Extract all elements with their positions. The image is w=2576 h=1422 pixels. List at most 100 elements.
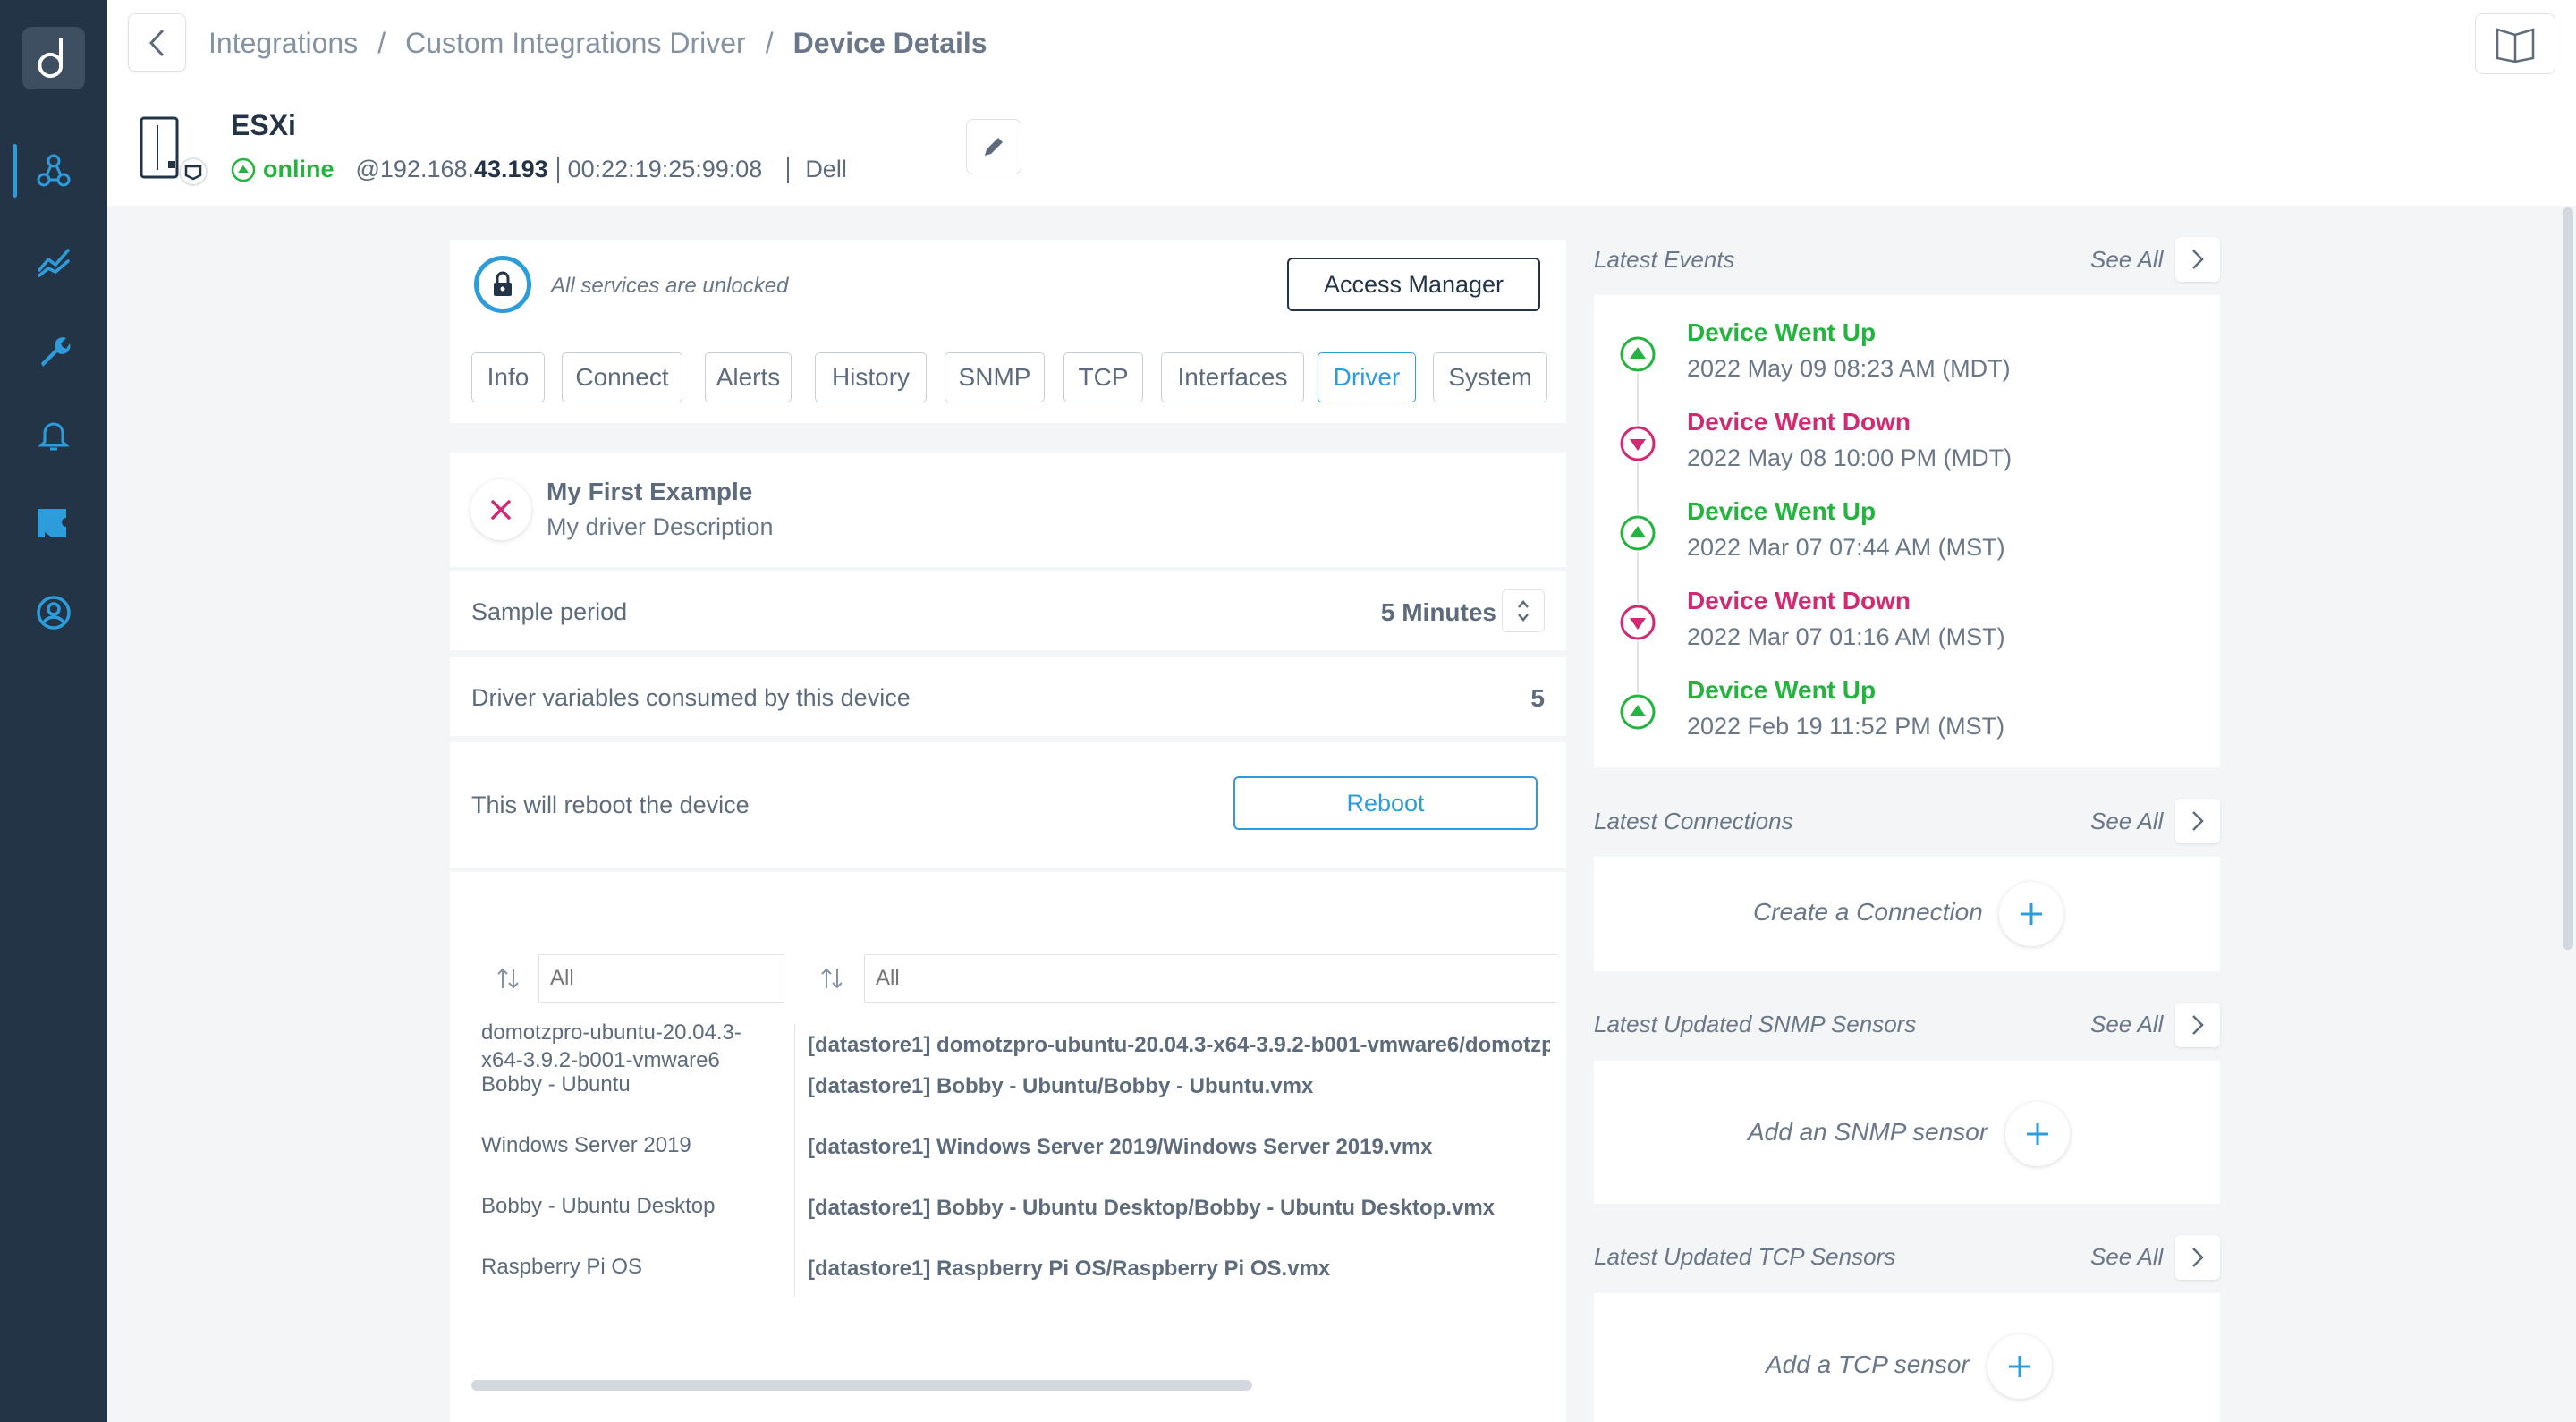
- connections-next-button[interactable]: [2175, 799, 2220, 843]
- docs-button[interactable]: [2475, 13, 2555, 74]
- connections-see-all[interactable]: See All: [2090, 808, 2163, 835]
- table-cell-path: [datastore1] domotzpro-ubuntu-20.04.3-x6…: [808, 1033, 1550, 1057]
- tab-snmp[interactable]: SNMP: [945, 352, 1045, 402]
- events-see-all[interactable]: See All: [2090, 246, 2163, 274]
- sidebar: [0, 0, 107, 1422]
- table-cell-path: [datastore1] Windows Server 2019/Windows…: [808, 1135, 1433, 1159]
- network-icon: [37, 154, 71, 187]
- device-name: ESXi: [231, 109, 296, 141]
- tab-driver[interactable]: Driver: [1318, 352, 1416, 402]
- lock-status-text: All services are unlocked: [551, 274, 789, 298]
- name-filter-input[interactable]: [538, 954, 784, 1003]
- event-title[interactable]: Device Went Up: [1687, 497, 1876, 526]
- event-date: 2022 May 08 10:00 PM (MDT): [1687, 444, 2012, 471]
- edit-device-button[interactable]: [966, 119, 1021, 174]
- breadcrumb: Integrations / Custom Integrations Driver /…: [208, 27, 987, 60]
- device-meta: online @192.168. 43.193 00:22:19:25:99:08…: [231, 156, 847, 183]
- sidebar-item-integrations[interactable]: [0, 487, 107, 559]
- events-title: Latest Events: [1594, 246, 1735, 273]
- connections-card: Create a Connection: [1594, 857, 2220, 971]
- horizontal-scrollbar[interactable]: [471, 1380, 1252, 1391]
- breadcrumb-integrations[interactable]: Integrations: [208, 27, 358, 59]
- event-title[interactable]: Device Went Down: [1687, 587, 1911, 615]
- sidebar-item-account[interactable]: [0, 577, 107, 648]
- event-date: 2022 Mar 07 07:44 AM (MST): [1687, 534, 2005, 561]
- tab-interfaces[interactable]: Interfaces: [1161, 352, 1304, 402]
- device-down-icon: [1619, 425, 1657, 462]
- app-logo[interactable]: [22, 27, 85, 89]
- tcp-next-button[interactable]: [2175, 1235, 2220, 1280]
- tab-info[interactable]: Info: [471, 352, 545, 402]
- create-connection-label[interactable]: Create a Connection: [1753, 898, 1983, 927]
- driver-variables-value: 5: [1530, 684, 1545, 712]
- reboot-button[interactable]: Reboot: [1233, 776, 1538, 830]
- driver-variables-label: Driver variables consumed by this device: [471, 684, 911, 711]
- chevron-right-icon: [2192, 250, 2204, 269]
- sidebar-item-tools[interactable]: [0, 315, 107, 386]
- sidebar-item-alerts[interactable]: [0, 399, 107, 470]
- divider: [787, 156, 790, 183]
- add-snmp-button[interactable]: [2005, 1102, 2070, 1166]
- driver-variables-row: Driver variables consumed by this device…: [450, 657, 1566, 736]
- event-date: 2022 May 09 08:23 AM (MDT): [1687, 355, 2011, 382]
- event-date: 2022 Feb 19 11:52 PM (MST): [1687, 713, 2005, 740]
- remove-driver-button[interactable]: [470, 479, 531, 540]
- sidebar-item-network[interactable]: [0, 135, 107, 207]
- bell-icon: [38, 422, 70, 451]
- tab-history[interactable]: History: [815, 352, 927, 402]
- tab-system[interactable]: System: [1433, 352, 1547, 402]
- driver-card: My First Example My driver Description: [450, 453, 1566, 567]
- tab-alerts[interactable]: Alerts: [705, 352, 792, 402]
- table-cell-name: domotzpro-ubuntu-20.04.3-x64-3.9.2-b001-…: [481, 1020, 741, 1072]
- table-cell-name: Windows Server 2019: [481, 1133, 691, 1157]
- status-badge: online: [263, 156, 335, 182]
- event-title[interactable]: Device Went Down: [1687, 408, 1911, 436]
- event-title[interactable]: Device Went Up: [1687, 676, 1876, 705]
- device-tabs: Info Connect Alerts History SNMP TCP Int…: [450, 352, 1566, 402]
- logo-icon: [38, 38, 63, 78]
- chart-icon: [38, 249, 70, 277]
- sample-period-select[interactable]: [1502, 589, 1545, 632]
- plus-icon: [2021, 903, 2042, 925]
- sample-period-label: Sample period: [471, 598, 628, 625]
- table-cell-path: [datastore1] Bobby - Ubuntu Desktop/Bobb…: [808, 1196, 1496, 1220]
- pencil-icon: [985, 138, 1003, 156]
- plus-icon: [2009, 1356, 2030, 1377]
- access-manager-button[interactable]: Access Manager: [1287, 258, 1540, 311]
- add-tcp-label[interactable]: Add a TCP sensor: [1766, 1350, 1970, 1379]
- device-up-icon: [1619, 514, 1657, 552]
- table-cell-name: Bobby - Ubuntu Desktop: [481, 1194, 716, 1218]
- table-cell-path: [datastore1] Raspberry Pi OS/Raspberry P…: [808, 1257, 1331, 1281]
- vendor: Dell: [805, 156, 847, 182]
- plus-icon: [2027, 1123, 2048, 1145]
- tcp-see-all[interactable]: See All: [2090, 1243, 2163, 1271]
- sort-icon[interactable]: [818, 965, 845, 992]
- driver-description: My driver Description: [547, 513, 774, 540]
- sidebar-item-monitoring[interactable]: [0, 225, 107, 297]
- sort-icon[interactable]: [495, 965, 521, 992]
- breadcrumb-custom-integrations-driver[interactable]: Custom Integrations Driver: [405, 27, 746, 59]
- add-tcp-button[interactable]: [1987, 1334, 2052, 1399]
- path-filter-input[interactable]: [864, 954, 1557, 1003]
- event-title[interactable]: Device Went Up: [1687, 318, 1876, 347]
- lock-status[interactable]: [474, 256, 531, 313]
- tab-tcp[interactable]: TCP: [1063, 352, 1143, 402]
- create-connection-button[interactable]: [1999, 882, 2063, 946]
- close-icon: [491, 500, 511, 520]
- events-next-button[interactable]: [2175, 237, 2220, 282]
- column-divider: [794, 1024, 795, 1297]
- add-snmp-label[interactable]: Add an SNMP sensor: [1748, 1118, 1987, 1147]
- vertical-scrollbar[interactable]: [2563, 207, 2573, 950]
- snmp-next-button[interactable]: [2175, 1003, 2220, 1047]
- back-button[interactable]: [128, 13, 186, 72]
- chevron-right-icon: [2192, 811, 2204, 831]
- services-card: All services are unlocked Access Manager…: [450, 240, 1566, 423]
- book-icon: [2496, 28, 2535, 63]
- sample-period-row: Sample period 5 Minutes: [450, 571, 1566, 650]
- mac-address: 00:22:19:25:99:08: [567, 156, 763, 182]
- divider: [556, 156, 559, 183]
- breadcrumb-separator: /: [377, 27, 386, 59]
- snmp-see-all[interactable]: See All: [2090, 1011, 2163, 1038]
- tab-connect[interactable]: Connect: [562, 352, 682, 402]
- table-cell-path: [datastore1] Bobby - Ubuntu/Bobby - Ubun…: [808, 1074, 1314, 1098]
